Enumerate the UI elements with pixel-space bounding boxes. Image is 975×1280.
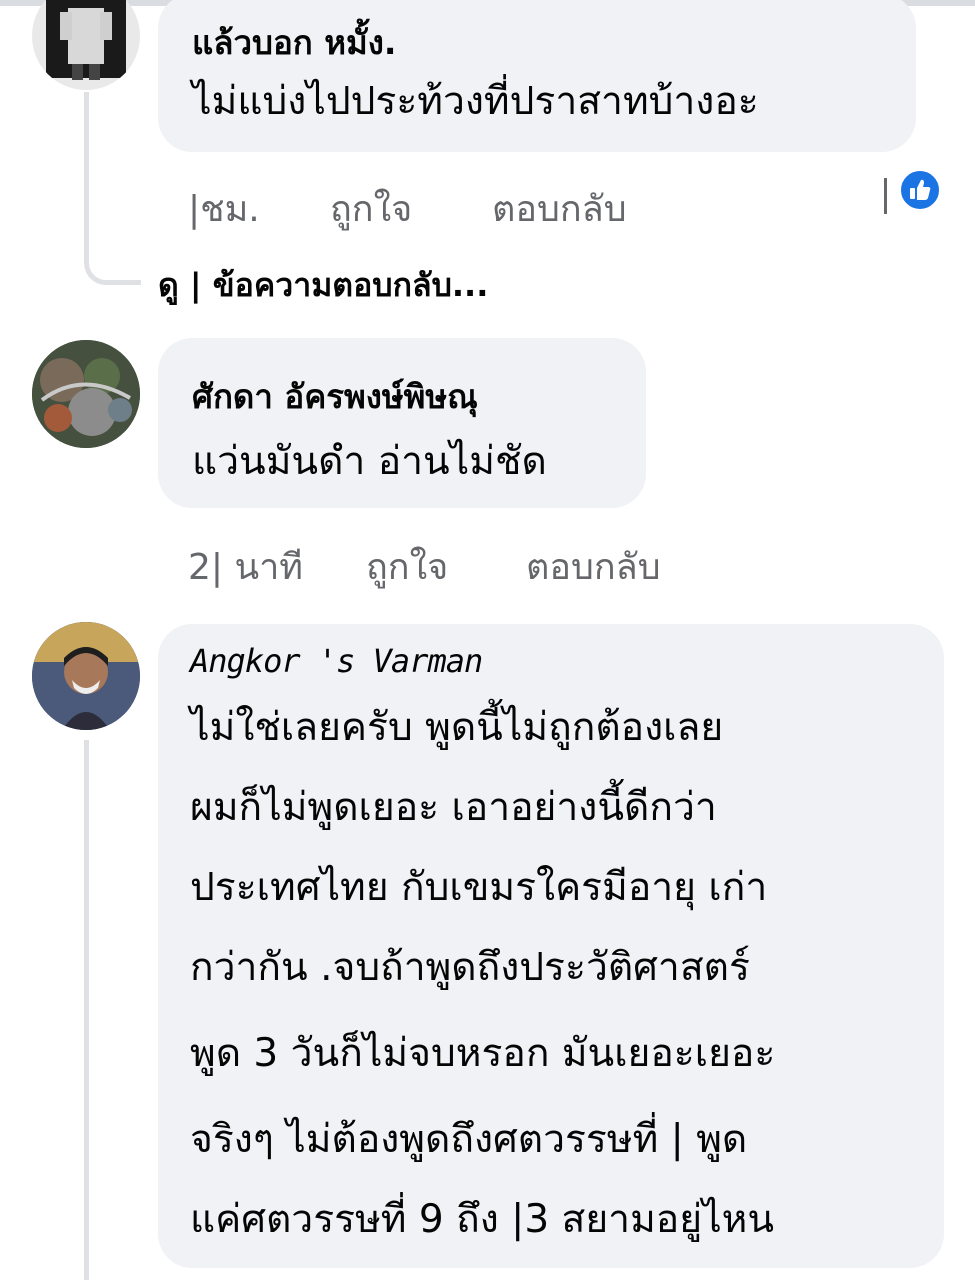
comment-time: 2| นาที: [188, 547, 304, 588]
comment-text-line: พูด 3 วันก็ไม่จบหรอก มันเยอะเยอะ: [190, 1031, 776, 1076]
avatar-photo: [32, 622, 140, 730]
comment-text-line: จริงๆ ไม่ต้องพูดถึงศตวรรษที่ | พูด: [190, 1117, 748, 1162]
reaction-divider: [884, 178, 887, 214]
comment-time: |ชม.: [188, 189, 260, 230]
thread-line: [84, 740, 89, 1280]
comment-text-line: ผมก็ไม่พูดเยอะ เอาอย่างนี้ดีกว่า: [190, 785, 717, 830]
thread-line: [84, 92, 89, 252]
comment-text-line: แค่ศตวรรษที่ 9 ถึง |3 สยามอยู่ไหน: [190, 1197, 775, 1242]
comment-text: แว่นมันดำ อ่านไม่ชัด: [192, 439, 547, 484]
reply-button[interactable]: ตอบกลับ: [492, 180, 627, 237]
avatar-photo: [32, 340, 140, 448]
like-button[interactable]: ถูกใจ: [330, 180, 412, 237]
thumbs-up-icon[interactable]: [898, 168, 942, 212]
like-button[interactable]: ถูกใจ: [366, 538, 448, 595]
avatar[interactable]: [32, 340, 140, 448]
avatar-photo: [46, 0, 126, 80]
comment-text-line: ประเทศไทย กับเขมรใครมีอายุ เก่า: [190, 865, 768, 910]
comment-text-line: กว่ากัน .จบถ้าพูดถึงประวัติศาสตร์: [190, 945, 750, 990]
avatar[interactable]: [32, 622, 140, 730]
comment-text: ไม่แบ่งไปประท้วงที่ปราสาทบ้างอะ: [192, 79, 759, 124]
thumbs-up-glyph: [910, 179, 931, 200]
comment-author[interactable]: Angkor 's Varman: [190, 642, 483, 680]
avatar[interactable]: [32, 0, 140, 90]
thread-branch: [84, 230, 141, 285]
comment-author[interactable]: แล้วบอก หมั้ง.: [192, 16, 396, 69]
comment-text-line: ไม่ใช่เลยครับ พูดนี้ไม่ถูกต้องเลย: [190, 705, 724, 750]
view-replies-link[interactable]: ดู | ข้อความตอบกลับ...: [158, 260, 488, 311]
comment-author[interactable]: ศักดา อัครพงษ์พิษณุ: [192, 370, 478, 423]
reply-button[interactable]: ตอบกลับ: [526, 538, 661, 595]
